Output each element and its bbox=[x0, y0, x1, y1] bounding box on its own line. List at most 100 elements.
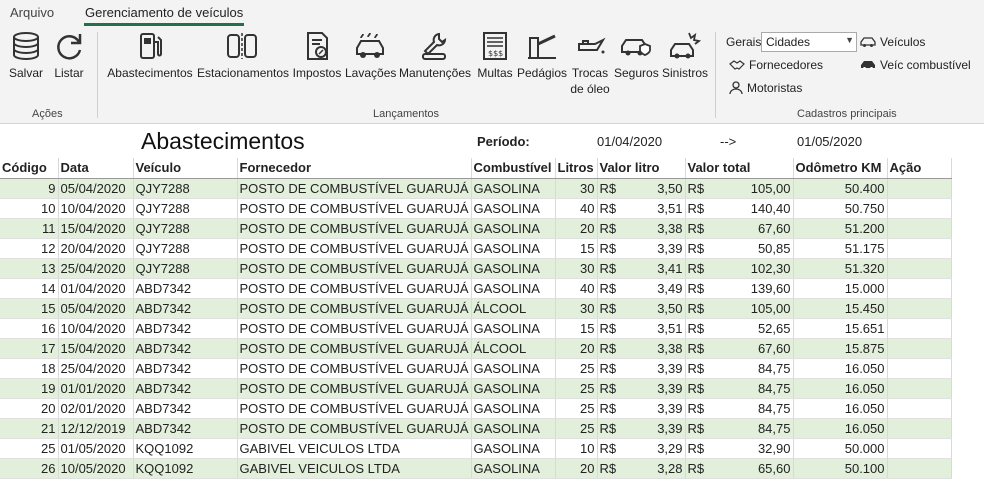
table-cell[interactable]: POSTO DE COMBUSTÍVEL GUARUJÁ bbox=[237, 218, 472, 239]
table-cell[interactable]: GASOLINA bbox=[471, 418, 556, 439]
table-cell[interactable]: R$ 3,39 bbox=[597, 378, 686, 399]
column-header[interactable]: Fornecedor bbox=[237, 158, 472, 179]
table-cell[interactable]: POSTO DE COMBUSTÍVEL GUARUJÁ bbox=[237, 338, 472, 359]
pedagios-button[interactable]: Pedágios bbox=[516, 30, 568, 81]
estacionamentos-button[interactable]: Estacionamentos bbox=[197, 30, 289, 81]
table-cell[interactable] bbox=[887, 438, 952, 459]
table-cell[interactable] bbox=[887, 238, 952, 259]
table-cell[interactable]: R$ 3,28 bbox=[597, 458, 686, 479]
table-cell[interactable]: 15/04/2020 bbox=[58, 218, 134, 239]
table-cell[interactable] bbox=[887, 258, 952, 279]
table-cell[interactable]: R$ 105,00 bbox=[685, 178, 794, 199]
table-cell[interactable]: 25 bbox=[0, 438, 59, 459]
table-cell[interactable]: 16 bbox=[0, 318, 59, 339]
table-cell[interactable]: 20 bbox=[0, 398, 59, 419]
tab-arquivo[interactable]: Arquivo bbox=[10, 5, 54, 20]
table-cell[interactable]: 15 bbox=[0, 298, 59, 319]
table-cell[interactable]: R$ 3,39 bbox=[597, 398, 686, 419]
table-cell[interactable]: GASOLINA bbox=[471, 278, 556, 299]
salvar-button[interactable]: Salvar bbox=[8, 30, 44, 81]
column-header[interactable]: Litros bbox=[555, 158, 598, 179]
veiculos-button[interactable]: Veículos bbox=[860, 35, 925, 49]
table-cell[interactable]: R$ 3,50 bbox=[597, 178, 686, 199]
table-cell[interactable]: 16.050 bbox=[793, 418, 888, 439]
table-cell[interactable]: 05/04/2020 bbox=[58, 178, 134, 199]
abastecimentos-button[interactable]: Abastecimentos bbox=[106, 30, 194, 81]
table-cell[interactable]: GASOLINA bbox=[471, 218, 556, 239]
table-cell[interactable]: 16.050 bbox=[793, 358, 888, 379]
table-cell[interactable] bbox=[887, 378, 952, 399]
table-cell[interactable]: 12 bbox=[0, 238, 59, 259]
table-cell[interactable]: R$ 140,40 bbox=[685, 198, 794, 219]
veic-combustivel-button[interactable]: Veíc combustível bbox=[860, 58, 971, 72]
table-cell[interactable]: R$ 3,39 bbox=[597, 358, 686, 379]
table-cell[interactable]: POSTO DE COMBUSTÍVEL GUARUJÁ bbox=[237, 298, 472, 319]
table-cell[interactable]: POSTO DE COMBUSTÍVEL GUARUJÁ bbox=[237, 258, 472, 279]
table-cell[interactable]: 15.450 bbox=[793, 298, 888, 319]
table-row[interactable]: 10 10/04/2020 QJY7288 POSTO DE COMBUSTÍVEL … bbox=[0, 198, 952, 219]
table-cell[interactable]: 15 bbox=[555, 318, 598, 339]
table-cell[interactable]: 20 bbox=[555, 338, 598, 359]
table-row[interactable]: 16 10/04/2020 ABD7342 POSTO DE COMBUSTÍVEL … bbox=[0, 318, 952, 339]
table-cell[interactable]: GASOLINA bbox=[471, 178, 556, 199]
table-cell[interactable] bbox=[887, 278, 952, 299]
table-cell[interactable]: R$ 139,60 bbox=[685, 278, 794, 299]
table-cell[interactable]: 30 bbox=[555, 178, 598, 199]
table-cell[interactable]: R$ 3,29 bbox=[597, 438, 686, 459]
table-cell[interactable]: ABD7342 bbox=[133, 398, 238, 419]
seguros-button[interactable]: Seguros bbox=[614, 30, 659, 81]
column-header[interactable]: Veículo bbox=[133, 158, 238, 179]
table-cell[interactable] bbox=[887, 398, 952, 419]
table-cell[interactable]: POSTO DE COMBUSTÍVEL GUARUJÁ bbox=[237, 318, 472, 339]
table-cell[interactable]: R$ 84,75 bbox=[685, 358, 794, 379]
table-cell[interactable]: ÁLCOOL bbox=[471, 338, 556, 359]
table-cell[interactable]: 25 bbox=[555, 358, 598, 379]
table-cell[interactable]: GASOLINA bbox=[471, 358, 556, 379]
table-cell[interactable]: R$ 84,75 bbox=[685, 418, 794, 439]
table-cell[interactable] bbox=[887, 218, 952, 239]
table-row[interactable]: 21 12/12/2019 ABD7342 POSTO DE COMBUSTÍVEL … bbox=[0, 418, 952, 439]
table-cell[interactable]: R$ 3,50 bbox=[597, 298, 686, 319]
table-cell[interactable]: 15.000 bbox=[793, 278, 888, 299]
table-cell[interactable]: POSTO DE COMBUSTÍVEL GUARUJÁ bbox=[237, 418, 472, 439]
table-cell[interactable]: GASOLINA bbox=[471, 398, 556, 419]
table-cell[interactable]: 15.875 bbox=[793, 338, 888, 359]
table-cell[interactable]: 51.320 bbox=[793, 258, 888, 279]
table-cell[interactable]: ABD7342 bbox=[133, 278, 238, 299]
table-cell[interactable]: GASOLINA bbox=[471, 238, 556, 259]
table-cell[interactable]: 30 bbox=[555, 298, 598, 319]
table-row[interactable]: 15 05/04/2020 ABD7342 POSTO DE COMBUSTÍVEL … bbox=[0, 298, 952, 319]
trocas-oleo-button[interactable]: Trocas de óleo bbox=[570, 30, 610, 97]
table-cell[interactable]: R$ 3,39 bbox=[597, 238, 686, 259]
table-cell[interactable]: ABD7342 bbox=[133, 418, 238, 439]
table-cell[interactable]: POSTO DE COMBUSTÍVEL GUARUJÁ bbox=[237, 378, 472, 399]
column-header[interactable]: Valor litro bbox=[597, 158, 686, 179]
table-cell[interactable]: R$ 3,51 bbox=[597, 318, 686, 339]
table-cell[interactable]: R$ 3,39 bbox=[597, 418, 686, 439]
table-cell[interactable]: 13 bbox=[0, 258, 59, 279]
table-cell[interactable]: GASOLINA bbox=[471, 438, 556, 459]
table-cell[interactable]: R$ 67,60 bbox=[685, 338, 794, 359]
table-cell[interactable]: 20 bbox=[555, 458, 598, 479]
table-row[interactable]: 11 15/04/2020 QJY7288 POSTO DE COMBUSTÍVEL … bbox=[0, 218, 952, 239]
table-cell[interactable]: 16.050 bbox=[793, 378, 888, 399]
lavacoes-button[interactable]: Lavações bbox=[345, 30, 396, 81]
table-cell[interactable]: GASOLINA bbox=[471, 378, 556, 399]
table-cell[interactable]: ÁLCOOL bbox=[471, 298, 556, 319]
table-cell[interactable]: 10/04/2020 bbox=[58, 198, 134, 219]
table-row[interactable]: 20 02/01/2020 ABD7342 POSTO DE COMBUSTÍVEL … bbox=[0, 398, 952, 419]
table-cell[interactable]: 25/04/2020 bbox=[58, 358, 134, 379]
table-row[interactable]: 19 01/01/2020 ABD7342 POSTO DE COMBUSTÍVEL … bbox=[0, 378, 952, 399]
table-cell[interactable]: QJY7288 bbox=[133, 258, 238, 279]
table-cell[interactable] bbox=[887, 458, 952, 479]
table-cell[interactable] bbox=[887, 418, 952, 439]
table-cell[interactable]: ABD7342 bbox=[133, 358, 238, 379]
table-row[interactable]: 14 01/04/2020 ABD7342 POSTO DE COMBUSTÍVEL … bbox=[0, 278, 952, 299]
table-cell[interactable]: POSTO DE COMBUSTÍVEL GUARUJÁ bbox=[237, 178, 472, 199]
table-cell[interactable]: R$ 67,60 bbox=[685, 218, 794, 239]
table-cell[interactable]: R$ 84,75 bbox=[685, 398, 794, 419]
table-cell[interactable]: 9 bbox=[0, 178, 59, 199]
table-cell[interactable]: ABD7342 bbox=[133, 318, 238, 339]
table-row[interactable]: 25 01/05/2020 KQQ1092 GABIVEL VEICULOS LTDA… bbox=[0, 438, 952, 459]
table-cell[interactable]: 14 bbox=[0, 278, 59, 299]
